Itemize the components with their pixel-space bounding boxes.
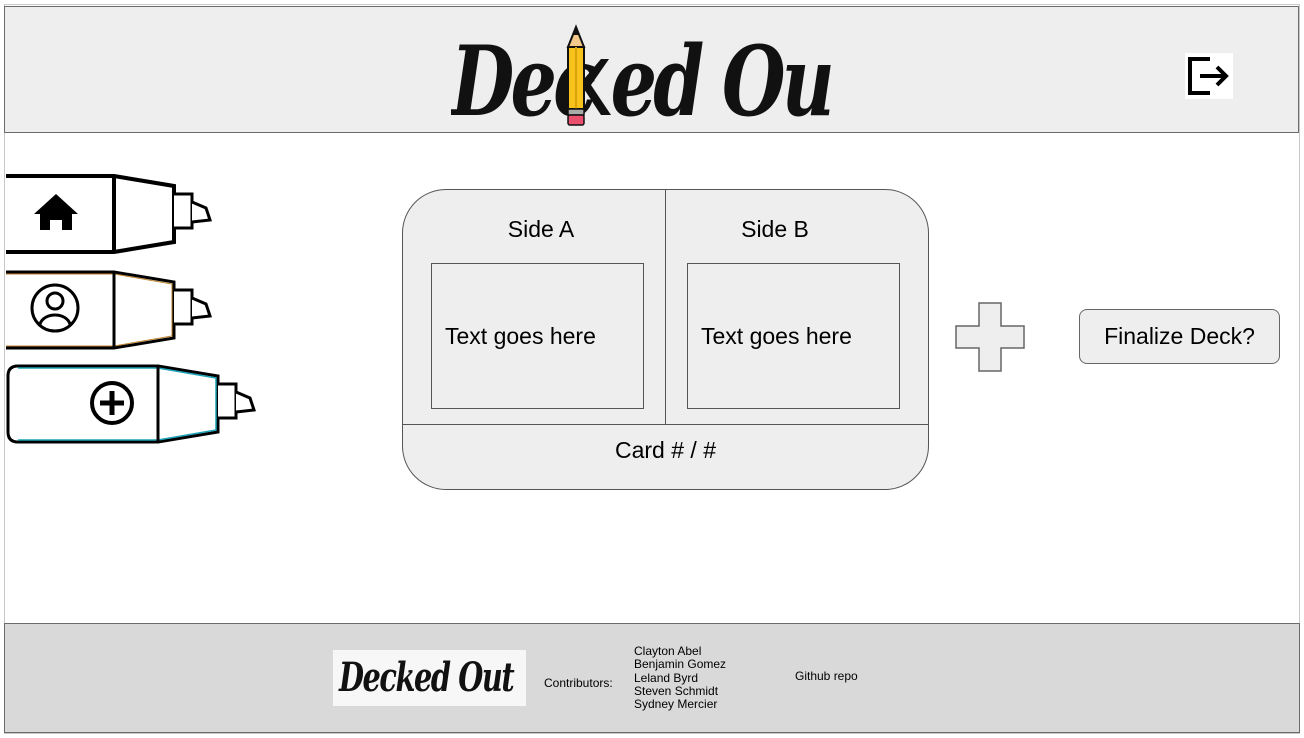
- footer-logo: Decked Out: [333, 650, 526, 706]
- side-a-label: Side A: [507, 216, 575, 242]
- decked-out-logo: Dec ed Out: [449, 19, 868, 139]
- side-a-text: Text goes here: [445, 322, 596, 349]
- contributor-name: Steven Schmidt: [634, 683, 719, 698]
- add-card-button[interactable]: [955, 302, 1025, 372]
- github-repo-link[interactable]: Github repo: [795, 669, 858, 683]
- nav-create-deck-button[interactable]: [6, 362, 258, 451]
- contributors-label: Contributors:: [544, 676, 613, 690]
- card-vertical-divider: [665, 190, 666, 424]
- marker-home-shape: [6, 174, 213, 254]
- card-counter: Card # / #: [615, 437, 716, 463]
- footer: Decked Out Contributors: Clayton Abel Be…: [4, 623, 1300, 733]
- marker-create-shape: [6, 364, 257, 444]
- side-a-text-field[interactable]: Text goes here: [431, 263, 644, 409]
- logout-button[interactable]: [1185, 53, 1233, 99]
- finalize-deck-button[interactable]: Finalize Deck?: [1079, 309, 1280, 364]
- nav-home-button[interactable]: [6, 172, 216, 261]
- flashcard-editor: Side A Side B Text goes here Text goes h…: [402, 189, 929, 490]
- header: Dec ed Out: [4, 6, 1299, 139]
- contributor-name: Sydney Mercier: [634, 697, 718, 712]
- footer-logo-text: Decked Out: [339, 654, 515, 701]
- side-b-label: Side B: [741, 216, 809, 242]
- card-horizontal-divider: [403, 424, 928, 425]
- contributors-list: Clayton Abel Benjamin Gomez Leland Byrd …: [634, 644, 727, 712]
- nav-profile-button[interactable]: [6, 268, 216, 357]
- contributor-name: Leland Byrd: [634, 670, 699, 685]
- logout-icon: [1188, 57, 1229, 95]
- contributor-name: Benjamin Gomez: [634, 657, 727, 672]
- plus-icon: [955, 302, 1025, 372]
- marker-profile-shape: [6, 270, 213, 350]
- logo-graphic: Dec ed Out: [449, 24, 868, 139]
- side-b-text-field[interactable]: Text goes here: [687, 263, 900, 409]
- contributor-name: Clayton Abel: [634, 644, 702, 658]
- logo-text-right: ed Out: [611, 26, 831, 131]
- side-b-text: Text goes here: [701, 322, 852, 349]
